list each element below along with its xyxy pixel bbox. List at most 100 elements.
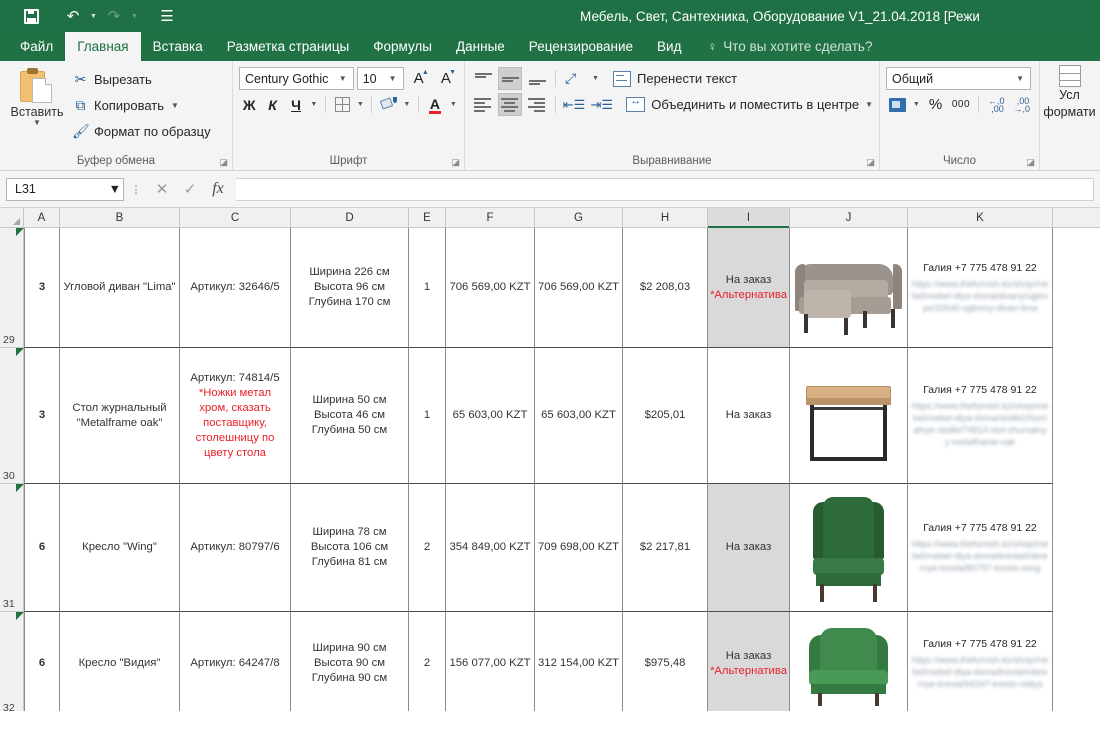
number-format-chevron-down-icon[interactable]: ▼ xyxy=(1012,74,1028,83)
select-all-corner[interactable] xyxy=(0,208,24,227)
copy-dropdown-chevron-icon[interactable]: ▼ xyxy=(171,101,179,110)
confirm-check-icon[interactable]: ✓ xyxy=(176,178,204,201)
cell-e32[interactable]: 2 xyxy=(409,612,446,711)
cell-i32[interactable]: На заказ *Альтернатива xyxy=(708,612,790,711)
cell-f29[interactable]: 706 569,00 KZT xyxy=(446,228,535,348)
italic-button[interactable]: К xyxy=(262,93,282,116)
underline-button[interactable]: Ч xyxy=(286,93,306,116)
tab-home[interactable]: Главная xyxy=(65,32,141,61)
merge-and-center-button[interactable]: Объединить и поместить в центре ▼ xyxy=(617,93,873,116)
cell-f31[interactable]: 354 849,00 KZT xyxy=(446,484,535,612)
row-header-29[interactable]: 29 xyxy=(0,228,24,348)
tab-page-layout[interactable]: Разметка страницы xyxy=(215,32,361,61)
font-color-button[interactable]: A xyxy=(424,93,445,116)
column-header-e[interactable]: E xyxy=(409,208,446,227)
row-header-30[interactable]: 30 xyxy=(0,348,24,484)
cell-d31[interactable]: Ширина 78 см Высота 106 см Глубина 81 см xyxy=(291,484,409,612)
cell-e29[interactable]: 1 xyxy=(409,228,446,348)
align-middle-button[interactable] xyxy=(498,67,522,90)
increase-font-size-button[interactable]: A ▲ xyxy=(407,67,431,90)
cell-j30[interactable] xyxy=(790,348,908,484)
cell-j29[interactable] xyxy=(790,228,908,348)
cell-a32[interactable]: 6 xyxy=(24,612,60,711)
bold-button[interactable]: Ж xyxy=(239,93,259,116)
column-header-i[interactable]: I xyxy=(708,208,790,228)
cell-d29[interactable]: Ширина 226 см Высота 96 см Глубина 170 с… xyxy=(291,228,409,348)
alignment-dialog-launcher-icon[interactable]: ◪ xyxy=(866,157,875,168)
customize-qat-icon[interactable]: ☰ xyxy=(154,4,180,28)
row-header-31[interactable]: 31 xyxy=(0,484,24,612)
save-floppy-icon[interactable] xyxy=(18,4,44,28)
row-header-32[interactable]: 32 xyxy=(0,612,24,711)
cell-i29[interactable]: На заказ *Альтернатива xyxy=(708,228,790,348)
cell-d30[interactable]: Ширина 50 см Высота 46 см Глубина 50 см xyxy=(291,348,409,484)
undo-dropdown-chevron-icon[interactable]: ▼ xyxy=(88,13,99,20)
cell-f32[interactable]: 156 077,00 KZT xyxy=(446,612,535,711)
cell-j32[interactable] xyxy=(790,612,908,711)
tab-review[interactable]: Рецензирование xyxy=(517,32,645,61)
align-center-button[interactable] xyxy=(497,93,522,116)
tab-formulas[interactable]: Формулы xyxy=(361,32,444,61)
column-header-g[interactable]: G xyxy=(535,208,623,227)
align-left-button[interactable] xyxy=(471,93,495,116)
product-url[interactable]: https://www.thefurnish.kz/shop/mebel/meb… xyxy=(911,538,1049,574)
increase-decimal-button[interactable]: ←,0 ,00 xyxy=(985,93,1007,116)
redo-dropdown-chevron-icon[interactable]: ▼ xyxy=(129,13,140,20)
tab-data[interactable]: Данные xyxy=(444,32,517,61)
column-header-a[interactable]: A xyxy=(24,208,60,227)
product-url[interactable]: https://www.thefurnish.kz/shop/mebel/meb… xyxy=(911,278,1049,314)
cell-g30[interactable]: 65 603,00 KZT xyxy=(535,348,623,484)
orientation-button[interactable]: ⤢ xyxy=(562,67,587,90)
cell-c30[interactable]: Артикул: 74814/5 *Ножки метал хром, сказ… xyxy=(180,348,291,484)
copy-button[interactable]: ⧉ Копировать ▼ xyxy=(68,93,215,118)
align-top-button[interactable] xyxy=(471,67,495,90)
cell-a31[interactable]: 6 xyxy=(24,484,60,612)
font-size-chevron-down-icon[interactable]: ▼ xyxy=(385,74,401,83)
borders-dropdown-chevron-icon[interactable]: ▼ xyxy=(356,101,365,108)
cell-a29[interactable]: 3 xyxy=(24,228,60,348)
decrease-decimal-button[interactable]: ,00 →,0 xyxy=(1011,93,1033,116)
cell-k29[interactable]: Галия +7 775 478 91 22 https://www.thefu… xyxy=(908,228,1053,348)
number-format-combo[interactable]: Общий ▼ xyxy=(886,67,1031,90)
redo-arrow-icon[interactable]: ↷ xyxy=(101,4,127,28)
cell-g32[interactable]: 312 154,00 KZT xyxy=(535,612,623,711)
paste-dropdown-chevron-icon[interactable]: ▼ xyxy=(33,119,41,127)
font-dialog-launcher-icon[interactable]: ◪ xyxy=(451,157,460,168)
font-size-combo[interactable]: 10 ▼ xyxy=(356,67,404,90)
merge-dropdown-chevron-icon[interactable]: ▼ xyxy=(865,100,873,109)
product-url[interactable]: https://www.thefurnish.kz/shop/mebel/meb… xyxy=(911,400,1049,448)
product-url[interactable]: https://www.thefurnish.kz/shop/mebel/meb… xyxy=(911,654,1049,690)
cancel-x-icon[interactable]: ✕ xyxy=(148,178,176,201)
cell-g29[interactable]: 706 569,00 KZT xyxy=(535,228,623,348)
align-bottom-button[interactable] xyxy=(525,67,549,90)
column-header-k[interactable]: K xyxy=(908,208,1053,227)
paste-button[interactable]: Вставить ▼ xyxy=(6,65,68,151)
cell-c29[interactable]: Артикул: 32646/5 xyxy=(180,228,291,348)
column-header-d[interactable]: D xyxy=(291,208,409,227)
name-box-chevron-down-icon[interactable]: ▼ xyxy=(109,182,121,196)
font-name-chevron-down-icon[interactable]: ▼ xyxy=(335,74,351,83)
fill-color-button[interactable] xyxy=(378,93,399,116)
clipboard-dialog-launcher-icon[interactable]: ◪ xyxy=(219,157,228,168)
decrease-indent-button[interactable]: ⇤☰ xyxy=(562,93,587,116)
font-color-dropdown-chevron-icon[interactable]: ▼ xyxy=(449,101,458,108)
undo-arrow-icon[interactable]: ↶ xyxy=(60,4,86,28)
column-header-c[interactable]: C xyxy=(180,208,291,227)
decrease-font-size-button[interactable]: A ▼ xyxy=(434,67,458,90)
column-header-b[interactable]: B xyxy=(60,208,180,227)
fill-color-dropdown-chevron-icon[interactable]: ▼ xyxy=(402,101,411,108)
cell-k31[interactable]: Галия +7 775 478 91 22 https://www.thefu… xyxy=(908,484,1053,612)
conditional-formatting-button[interactable]: Усл формати xyxy=(1040,61,1099,121)
cell-b29[interactable]: Угловой диван "Lima" xyxy=(60,228,180,348)
orientation-dropdown-chevron-icon[interactable]: ▼ xyxy=(590,75,601,82)
cell-e31[interactable]: 2 xyxy=(409,484,446,612)
cell-h29[interactable]: $2 208,03 xyxy=(623,228,708,348)
accounting-dropdown-chevron-icon[interactable]: ▼ xyxy=(911,101,921,108)
accounting-format-button[interactable] xyxy=(886,93,908,116)
cell-h32[interactable]: $975,48 xyxy=(623,612,708,711)
align-right-button[interactable] xyxy=(525,93,549,116)
tab-insert[interactable]: Вставка xyxy=(141,32,215,61)
format-painter-button[interactable]: 🖌 Формат по образцу xyxy=(68,119,215,144)
cell-k30[interactable]: Галия +7 775 478 91 22 https://www.thefu… xyxy=(908,348,1053,484)
cell-d32[interactable]: Ширина 90 см Высота 90 см Глубина 90 см xyxy=(291,612,409,711)
